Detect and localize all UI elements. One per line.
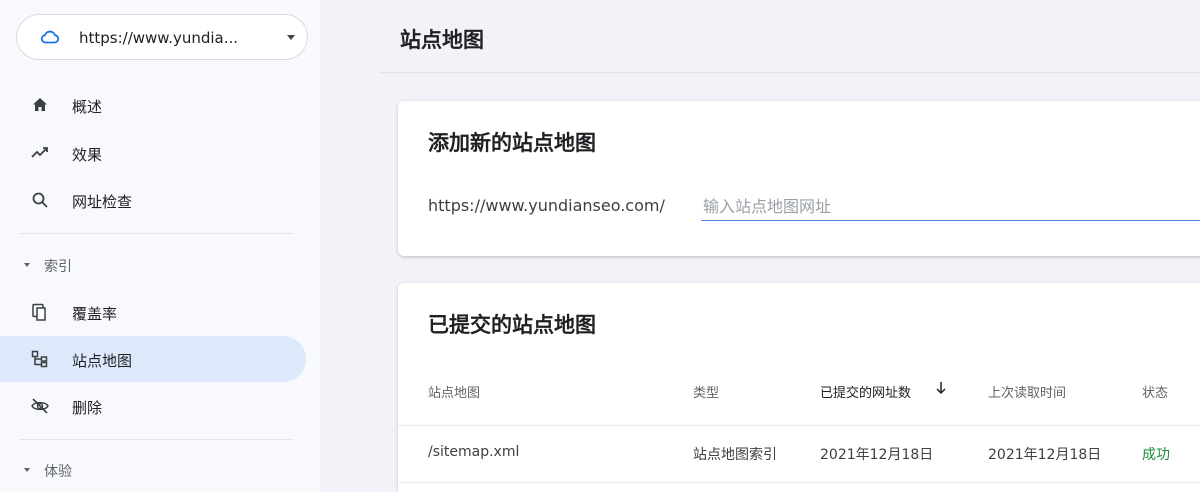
home-icon (33, 98, 47, 111)
header-divider (380, 72, 1200, 73)
arrow-down-icon[interactable] (934, 380, 948, 396)
sidebar-item-performance[interactable]: 效果 (0, 130, 306, 176)
add-sitemap-card: 添加新的站点地图 https://www.yundianseo.com/ (398, 101, 1200, 256)
sidebar-item-url-inspection[interactable]: 网址检查 (0, 177, 306, 223)
visibility-off-icon (31, 398, 49, 414)
property-selector[interactable]: https://www.yundia... (16, 14, 308, 60)
card-title: 添加新的站点地图 (428, 131, 596, 155)
cell-last-read: 2021年12月18日 (988, 447, 1102, 463)
section-toggle-experience[interactable]: 体验 (0, 450, 306, 490)
sidebar-item-label: 站点地图 (72, 352, 133, 370)
sidebar-item-removals[interactable]: 删除 (0, 383, 306, 429)
sitemap-icon (31, 350, 48, 368)
search-icon (32, 192, 48, 208)
sidebar-item-label: 删除 (72, 399, 103, 417)
sitemap-url-input[interactable] (701, 193, 1200, 221)
table-divider (398, 482, 1200, 483)
column-header-status[interactable]: 状态 (1142, 382, 1168, 401)
chevron-down-icon (287, 35, 295, 40)
cloud-icon (40, 30, 60, 44)
sidebar-item-label: 概述 (72, 98, 103, 116)
sidebar-item-coverage[interactable]: 覆盖率 (0, 289, 306, 335)
section-label: 体验 (44, 464, 72, 480)
sidebar-item-sitemaps[interactable]: 站点地图 (0, 336, 306, 382)
trending-up-icon (31, 147, 48, 158)
sidebar: https://www.yundia... 概述 效果 网址检查 索引 覆盖率 (0, 0, 320, 492)
sidebar-divider (20, 233, 294, 234)
section-toggle-index[interactable]: 索引 (0, 245, 306, 285)
cell-type: 站点地图索引 (693, 447, 777, 463)
column-header-last-read[interactable]: 上次读取时间 (988, 382, 1066, 401)
submitted-sitemaps-card: 已提交的站点地图 站点地图 类型 已提交的网址数 上次读取时间 状态 /site… (398, 283, 1200, 492)
cell-sitemap: /sitemap.xml (428, 444, 520, 460)
column-header-sitemap[interactable]: 站点地图 (428, 382, 480, 401)
section-label: 索引 (44, 259, 72, 275)
cell-submitted: 2021年12月18日 (820, 447, 934, 463)
sidebar-item-label: 网址检查 (72, 193, 133, 211)
sidebar-divider (20, 439, 294, 440)
url-prefix: https://www.yundianseo.com/ (428, 196, 665, 215)
sidebar-item-label: 效果 (72, 146, 103, 164)
column-header-type[interactable]: 类型 (693, 382, 719, 401)
sidebar-item-label: 覆盖率 (72, 305, 118, 323)
property-url: https://www.yundia... (79, 29, 239, 47)
caret-down-icon (24, 468, 30, 472)
sidebar-item-overview[interactable]: 概述 (0, 82, 306, 128)
table-divider (398, 425, 1200, 426)
page-title: 站点地图 (400, 28, 484, 52)
file-copy-icon (32, 303, 46, 321)
status-badge: 成功 (1142, 447, 1170, 463)
caret-down-icon (24, 263, 30, 267)
card-title: 已提交的站点地图 (428, 313, 596, 337)
column-header-submitted-urls[interactable]: 已提交的网址数 (820, 382, 911, 401)
